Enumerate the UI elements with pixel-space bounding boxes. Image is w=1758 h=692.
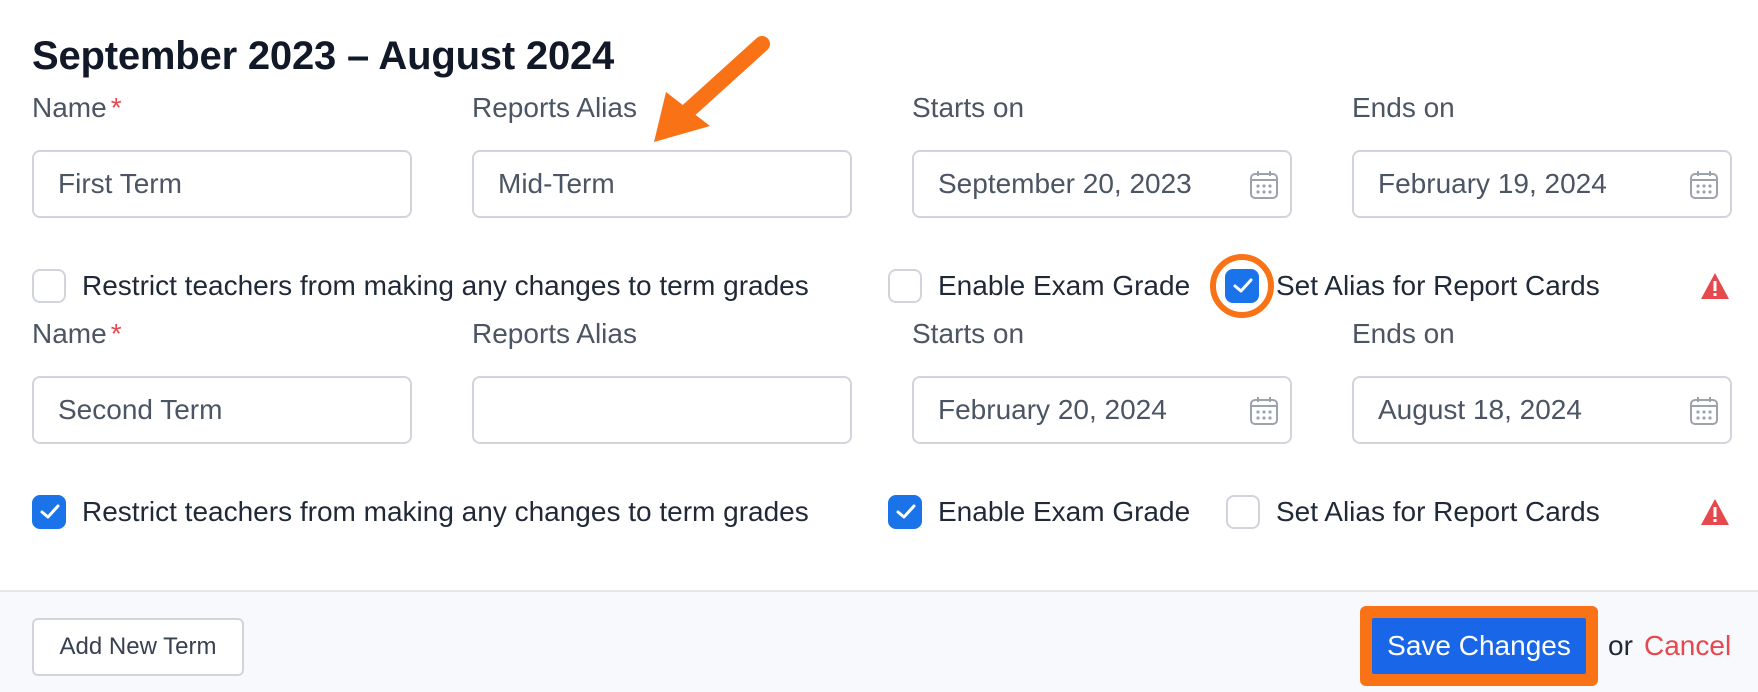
check-icon <box>40 504 60 519</box>
end-date-input[interactable]: February 19, 2024 <box>1352 150 1732 218</box>
annotation-highlight-box: Save Changes <box>1360 606 1598 686</box>
page-title: September 2023 – August 2024 <box>32 34 615 78</box>
calendar-icon[interactable] <box>1248 395 1280 427</box>
reports-alias-label: Reports Alias <box>472 318 637 349</box>
annotation-arrow <box>654 36 770 142</box>
calendar-icon[interactable] <box>1688 169 1720 201</box>
add-new-term-button[interactable]: Add New Term <box>32 618 244 676</box>
restrict-grades-label: Restrict teachers from making any change… <box>82 496 809 527</box>
reports-alias-input[interactable] <box>472 376 852 444</box>
or-text: or <box>1608 630 1633 661</box>
start-date-input[interactable]: February 20, 2024 <box>912 376 1292 444</box>
reports-alias-label: Reports Alias <box>472 92 637 123</box>
calendar-icon[interactable] <box>1248 169 1280 201</box>
warning-icon <box>1701 499 1729 525</box>
enable-exam-grade-checkbox[interactable] <box>888 269 922 303</box>
check-icon <box>1233 278 1253 293</box>
term-settings-panel: September 2023 – August 2024 Name * Repor… <box>0 0 1758 590</box>
warning-icon <box>1701 273 1729 299</box>
ends-on-label: Ends on <box>1352 92 1455 123</box>
term-name-input[interactable]: Second Term <box>32 376 412 444</box>
ends-on-label: Ends on <box>1352 318 1455 349</box>
starts-on-label: Starts on <box>912 318 1025 349</box>
form-footer: Add New Term Save Changes or Cancel <box>0 590 1758 692</box>
start-date-input[interactable]: September 20, 2023 <box>912 150 1292 218</box>
check-icon <box>896 504 916 519</box>
starts-on-label: Starts on <box>912 92 1025 123</box>
name-label: Name * <box>32 92 122 123</box>
set-alias-label: Set Alias for Report Cards <box>1276 270 1600 301</box>
restrict-grades-checkbox[interactable] <box>32 269 66 303</box>
set-alias-checkbox[interactable] <box>1226 495 1260 529</box>
end-date-input[interactable]: August 18, 2024 <box>1352 376 1732 444</box>
enable-exam-grade-label: Enable Exam Grade <box>938 496 1191 527</box>
name-label: Name * <box>32 318 122 349</box>
enable-exam-grade-checkbox[interactable] <box>888 495 922 529</box>
term-name-input[interactable]: First Term <box>32 150 412 218</box>
restrict-grades-checkbox[interactable] <box>32 495 66 529</box>
cancel-link[interactable]: Cancel <box>1644 630 1731 662</box>
set-alias-label: Set Alias for Report Cards <box>1276 496 1600 527</box>
set-alias-checkbox[interactable] <box>1225 269 1259 303</box>
restrict-grades-label: Restrict teachers from making any change… <box>82 270 809 301</box>
calendar-icon[interactable] <box>1688 395 1720 427</box>
save-changes-button[interactable]: Save Changes <box>1372 618 1586 674</box>
enable-exam-grade-label: Enable Exam Grade <box>938 270 1191 301</box>
reports-alias-input[interactable]: Mid-Term <box>472 150 852 218</box>
